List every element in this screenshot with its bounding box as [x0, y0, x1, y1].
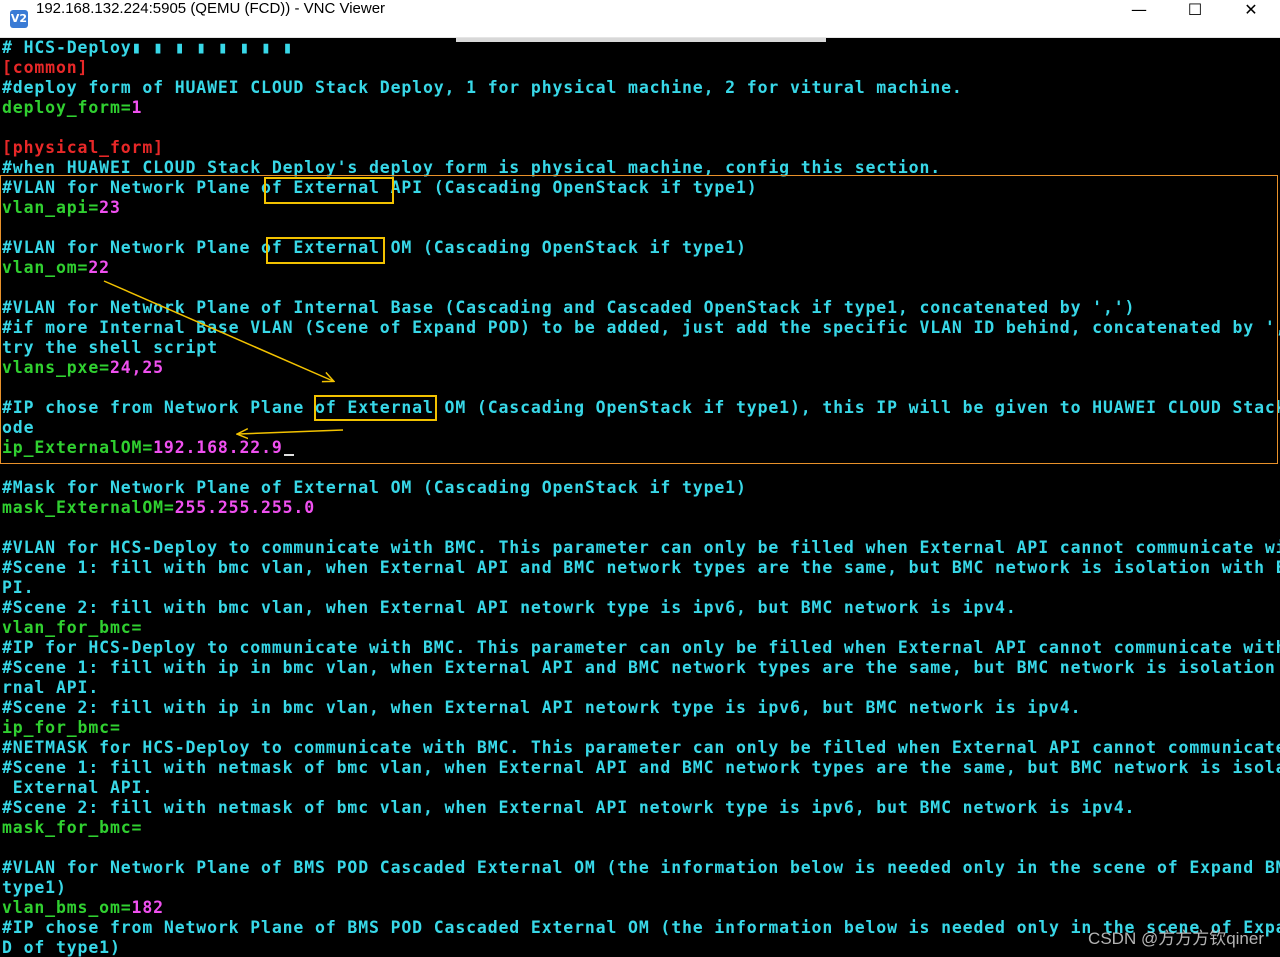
arrow-to-external-om [103, 280, 333, 381]
vnc-title-bar: V2 192.168.132.224:5905 (QEMU (FCD)) - V… [0, 0, 1280, 38]
annotation-arrows [103, 280, 344, 957]
vnc-viewer-icon: V2 [10, 10, 28, 28]
csdn-watermark: CSDN @方方方钦qiner [1088, 929, 1264, 948]
maximize-button[interactable]: ☐ [1166, 0, 1224, 38]
window-title: 192.168.132.224:5905 (QEMU (FCD)) - VNC … [36, 0, 386, 17]
minimize-button[interactable]: — [1110, 0, 1168, 38]
terminal-screen[interactable]: # HCS-Deploy▮ ▮ ▮ ▮ ▮ ▮ ▮ ▮ [common] #depl… [0, 38, 1280, 957]
arrow-to-ip-externalom [238, 430, 344, 434]
close-button[interactable]: ✕ [1222, 0, 1280, 38]
